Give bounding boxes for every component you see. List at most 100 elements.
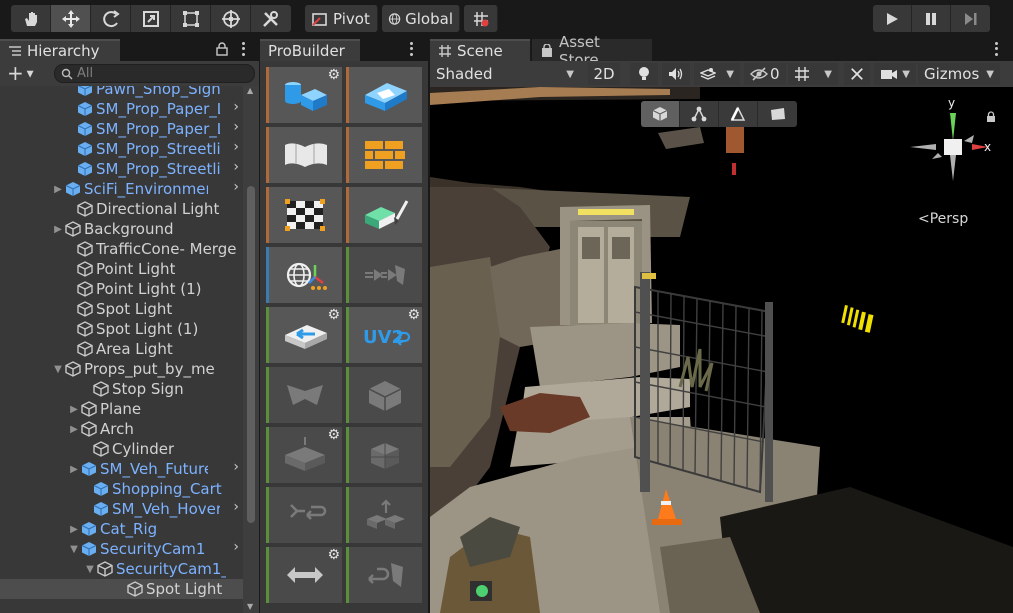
expand-arrow-icon[interactable]: ▶ (68, 459, 80, 479)
expand-arrow-icon[interactable]: ▶ (52, 179, 64, 199)
camera-settings-dropdown[interactable]: ▼ (874, 63, 916, 85)
effects-dropdown[interactable]: ▼ (694, 63, 740, 85)
hierarchy-row-selected[interactable]: Spot Light (0, 579, 243, 599)
transform-tool-button[interactable] (211, 5, 251, 32)
open-prefab-chevron-icon[interactable]: › (233, 179, 239, 195)
lightmap-uvs-button[interactable]: UV2 ⚙ (346, 307, 422, 363)
merge-objects-button[interactable] (346, 247, 422, 303)
gear-icon[interactable]: ⚙ (327, 307, 340, 323)
open-prefab-chevron-icon[interactable]: › (233, 539, 239, 555)
pivot-toggle[interactable]: Pivot (305, 5, 378, 32)
collapse-arrow-icon[interactable]: ▼ (52, 359, 64, 379)
open-prefab-chevron-icon[interactable]: › (233, 139, 239, 155)
edge-mode-button[interactable] (719, 101, 758, 127)
flip-normals-button[interactable] (266, 367, 342, 423)
new-poly-shape-button[interactable] (346, 67, 422, 123)
smooth-groups-button[interactable] (266, 127, 342, 183)
hierarchy-search-input[interactable]: All (54, 64, 255, 83)
hierarchy-row[interactable]: Shopping_Cart (0, 479, 243, 499)
collapse-arrow-icon[interactable]: ▼ (84, 559, 96, 579)
move-tool-button[interactable] (51, 5, 91, 32)
pro-builderize-button[interactable]: ⚙ (266, 307, 342, 363)
hierarchy-row[interactable]: SM_Prop_Paper_L › (0, 119, 243, 139)
tab-asset-store[interactable]: Asset Store (532, 33, 652, 69)
hierarchy-row[interactable]: Spot Light (1) (0, 319, 243, 339)
hierarchy-row[interactable]: ▼ SecurityCam1_ (0, 559, 243, 579)
projection-toggle[interactable]: <Persp (918, 211, 968, 227)
hierarchy-row[interactable]: SM_Prop_Streetlig › (0, 139, 243, 159)
step-button[interactable] (951, 5, 990, 32)
expand-arrow-icon[interactable]: ▶ (68, 419, 80, 439)
open-prefab-chevron-icon[interactable]: › (233, 499, 239, 515)
hierarchy-scrollbar[interactable]: ▲ ▼ (243, 86, 259, 613)
gizmos-dropdown[interactable]: Gizmos ▼ (918, 63, 1000, 85)
hierarchy-row[interactable]: ▶ SM_Veh_Future › (0, 459, 243, 479)
uv-editor-button[interactable] (266, 187, 342, 243)
mirror-objects-button[interactable]: ⚙ (266, 547, 342, 603)
hierarchy-row[interactable]: SM_Veh_Hover › (0, 499, 243, 519)
hierarchy-row[interactable]: ▼ Props_put_by_me (0, 359, 243, 379)
hidden-objects-toggle[interactable]: 0 (744, 63, 786, 85)
scene-menu-button[interactable] (991, 41, 1001, 57)
hierarchy-row[interactable]: SM_Prop_Streetlig › (0, 159, 243, 179)
hierarchy-row[interactable]: Pawn_Shop_Sign (0, 86, 243, 99)
expand-arrow-icon[interactable]: ▶ (68, 519, 80, 539)
triangulate-button[interactable] (266, 487, 342, 543)
material-editor-button[interactable] (346, 127, 422, 183)
tab-scene[interactable]: Scene (430, 39, 530, 61)
hierarchy-row[interactable]: Point Light (1) (0, 279, 243, 299)
open-prefab-chevron-icon[interactable]: › (233, 119, 239, 135)
hierarchy-row[interactable]: Point Light (0, 259, 243, 279)
hierarchy-row[interactable]: ▶ Arch (0, 419, 243, 439)
hierarchy-menu-button[interactable] (238, 41, 248, 57)
hierarchy-row[interactable]: ▼ SecurityCam1 › (0, 539, 243, 559)
object-mode-button[interactable] (641, 101, 680, 127)
gear-icon[interactable]: ⚙ (327, 547, 340, 563)
pause-button[interactable] (912, 5, 951, 32)
hierarchy-row[interactable]: TrafficCone- Merge (0, 239, 243, 259)
hierarchy-row[interactable]: ▶ SciFi_Environmer › (0, 179, 243, 199)
scroll-up-icon[interactable]: ▲ (247, 86, 253, 95)
tab-probuilder[interactable]: ProBuilder (260, 39, 360, 61)
new-shape-button[interactable]: ⚙ (266, 67, 342, 123)
rotate-tool-button[interactable] (91, 5, 131, 32)
freeze-transform-button[interactable] (346, 427, 422, 483)
subdivide-object-button[interactable] (346, 487, 422, 543)
hierarchy-row[interactable]: Directional Light (0, 199, 243, 219)
collapse-arrow-icon[interactable]: ▼ (68, 539, 80, 559)
lock-icon[interactable] (986, 111, 996, 123)
expand-arrow-icon[interactable]: ▶ (68, 399, 80, 419)
gear-icon[interactable]: ⚙ (327, 67, 340, 83)
scene-viewport[interactable]: y x <Persp (430, 87, 1013, 613)
face-mode-button[interactable] (758, 101, 797, 127)
hierarchy-row[interactable]: Stop Sign (0, 379, 243, 399)
global-toggle[interactable]: Global (382, 5, 460, 32)
hand-tool-button[interactable] (11, 5, 51, 32)
hierarchy-row[interactable]: Spot Light (0, 299, 243, 319)
open-prefab-chevron-icon[interactable]: › (233, 159, 239, 175)
rect-tool-button[interactable] (171, 5, 211, 32)
hierarchy-row[interactable]: Area Light (0, 339, 243, 359)
create-add-button[interactable]: + ▼ (7, 63, 34, 85)
open-prefab-chevron-icon[interactable]: › (233, 99, 239, 115)
audio-toggle[interactable] (662, 63, 690, 85)
lock-icon[interactable] (216, 42, 228, 56)
new-bezier-shape-button[interactable] (266, 247, 342, 303)
hierarchy-row[interactable]: Cylinder (0, 439, 243, 459)
gear-icon[interactable]: ⚙ (407, 307, 420, 323)
hierarchy-row[interactable]: ▶ Cat_Rig (0, 519, 243, 539)
scrollbar-thumb[interactable] (247, 186, 255, 523)
hierarchy-row[interactable]: ▶ Plane (0, 399, 243, 419)
hierarchy-row[interactable]: SM_Prop_Paper_L › (0, 99, 243, 119)
lighting-toggle[interactable] (630, 63, 658, 85)
expand-arrow-icon[interactable]: ▶ (52, 219, 64, 239)
tools-toggle[interactable] (844, 63, 870, 85)
orientation-gizmo[interactable]: y x <Persp (908, 95, 998, 227)
flip-object-normals-button[interactable] (346, 547, 422, 603)
probuilder-menu-button[interactable] (406, 41, 416, 57)
center-pivot-button[interactable] (346, 367, 422, 423)
shading-mode-dropdown[interactable]: Shaded ▼ (430, 63, 580, 85)
hierarchy-row[interactable]: ▶ Background (0, 219, 243, 239)
custom-tool-button[interactable] (251, 5, 291, 32)
play-button[interactable] (873, 5, 912, 32)
